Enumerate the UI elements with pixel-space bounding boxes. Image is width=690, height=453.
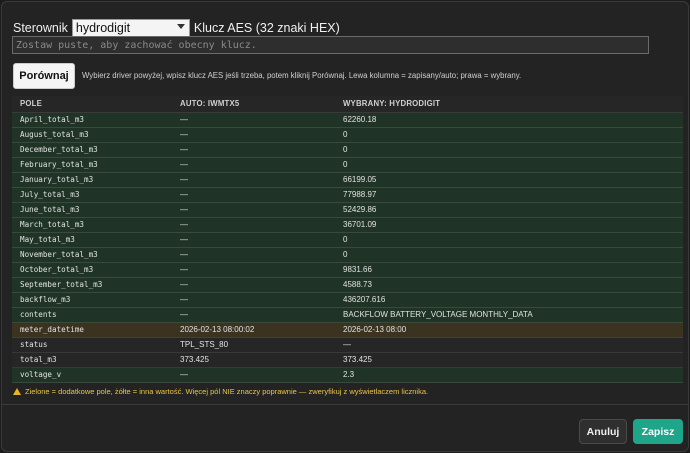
auto-value-cell: — [172,307,335,323]
auto-value-cell: — [172,112,335,128]
field-cell: October_total_m3 [12,262,172,278]
column-header-selected: WYBRANY: HYDRODIGIT [335,96,683,113]
selected-value-cell: BACKFLOW BATTERY_VOLTAGE MONTHLY_DATA [335,307,683,323]
table-row: October_total_m3—9831.66 [12,262,683,278]
driver-select[interactable]: hydrodigit [71,18,190,38]
auto-value-cell: — [172,262,335,278]
table-row: voltage_v —2.3 [12,367,683,383]
table-row: February_total_m3—0 [12,157,683,173]
table-row: May_total_m3—0 [12,232,683,248]
table-row: July_total_m3—77988.97 [12,187,683,203]
table-row: September_total_m3—4588.73 [12,277,683,293]
table-row: August_total_m3—0 [12,127,683,143]
field-cell: meter_datetime [12,322,172,338]
field-cell: voltage_v [12,367,172,383]
auto-value-cell: — [172,277,335,293]
field-cell: April_total_m3 [12,112,172,128]
field-cell: status [12,337,172,353]
selected-value-cell: 77988.97 [335,187,683,203]
table-row: status TPL_STS_80— [12,337,683,353]
selected-value-cell: 2.3 [335,367,683,383]
compare-driver-dialog: Sterownik hydrodigit Klucz AES (32 znaki… [1,1,689,452]
field-cell: January_total_m3 [12,172,172,188]
driver-label: Sterownik [13,21,68,35]
field-cell: August_total_m3 [12,127,172,143]
table-header-row: POLE AUTO: IWMTX5 WYBRANY: HYDRODIGIT [12,96,683,113]
auto-value-cell: — [172,142,335,158]
auto-value-cell: — [172,172,335,188]
table-row: March_total_m3—36701.09 [12,217,683,233]
auto-value-cell: — [172,127,335,143]
selected-value-cell: 0 [335,127,683,143]
field-cell: March_total_m3 [12,217,172,233]
auto-value-cell: TPL_STS_80 [172,337,335,353]
table-row: meter_datetime 2026-02-13 08:00:02 2026-02… [12,322,683,338]
selected-value-cell: 4588.73 [335,277,683,293]
selected-value-cell: — [335,337,683,353]
auto-value-cell: — [172,292,335,308]
driver-select-value: hydrodigit [75,21,131,35]
auto-value-cell: — [172,232,335,248]
compare-button[interactable]: Porównaj [13,63,75,89]
auto-value-cell: — [172,217,335,233]
auto-value-cell: — [172,367,335,383]
selected-value-cell: 436207.616 [335,292,683,308]
column-header-field: POLE [12,96,172,113]
table-row: January_total_m3—66199.05 [12,172,683,188]
field-cell: February_total_m3 [12,157,172,173]
footer-divider [2,404,688,405]
field-cell: November_total_m3 [12,247,172,263]
field-cell: contents [12,307,172,323]
legend-text: Zielone = dodatkowe pole, żółte = inna w… [25,387,429,396]
instructions-text: Wybierz driver powyżej, wpisz klucz AES … [82,71,522,80]
auto-value-cell: — [172,157,335,173]
field-cell: total_m3 [12,352,172,368]
field-cell: June_total_m3 [12,202,172,218]
column-header-auto: AUTO: IWMTX5 [172,96,335,113]
auto-value-cell: 373.425 [172,352,335,368]
selected-value-cell: 373.425 [335,352,683,368]
auto-value-cell: — [172,247,335,263]
selected-value-cell: 62260.18 [335,112,683,128]
auto-value-cell: 2026-02-13 08:00:02 [172,322,335,338]
aes-key-label: Klucz AES (32 znaki HEX) [193,21,340,35]
field-cell: December_total_m3 [12,142,172,158]
aes-key-input[interactable] [12,36,649,54]
table-body: April_total_m3—62260.18 August_total_m3—0… [12,112,683,383]
table-row: December_total_m3—0 [12,142,683,158]
table-row: contents — BACKFLOW BATTERY_VOLTAGE MONTHL… [12,307,683,323]
warning-icon [13,388,21,395]
field-cell: September_total_m3 [12,277,172,293]
selected-value-cell: 0 [335,232,683,248]
legend-note: Zielone = dodatkowe pole, żółte = inna w… [13,387,428,396]
selected-value-cell: 52429.86 [335,202,683,218]
chevron-down-icon [176,23,185,29]
table-row: November_total_m3—0 [12,247,683,263]
field-cell: May_total_m3 [12,232,172,248]
selected-value-cell: 0 [335,247,683,263]
auto-value-cell: — [172,187,335,203]
selected-value-cell: 66199.05 [335,172,683,188]
selected-value-cell: 9831.66 [335,262,683,278]
auto-value-cell: — [172,202,335,218]
table-row: total_m3 373.425 373.425 [12,352,683,368]
selected-value-cell: 36701.09 [335,217,683,233]
save-button[interactable]: Zapisz [633,419,683,444]
table-row: backflow_m3—436207.616 [12,292,683,308]
comparison-table: POLE AUTO: IWMTX5 WYBRANY: HYDRODIGIT Ap… [12,96,683,383]
selected-value-cell: 0 [335,142,683,158]
selected-value-cell: 0 [335,157,683,173]
field-cell: July_total_m3 [12,187,172,203]
field-cell: backflow_m3 [12,292,172,308]
table-row: June_total_m3—52429.86 [12,202,683,218]
driver-row: Sterownik hydrodigit Klucz AES (32 znaki… [13,18,340,38]
table-row: April_total_m3—62260.18 [12,112,683,128]
selected-value-cell: 2026-02-13 08:00 [335,322,683,338]
cancel-button[interactable]: Anuluj [579,419,627,444]
